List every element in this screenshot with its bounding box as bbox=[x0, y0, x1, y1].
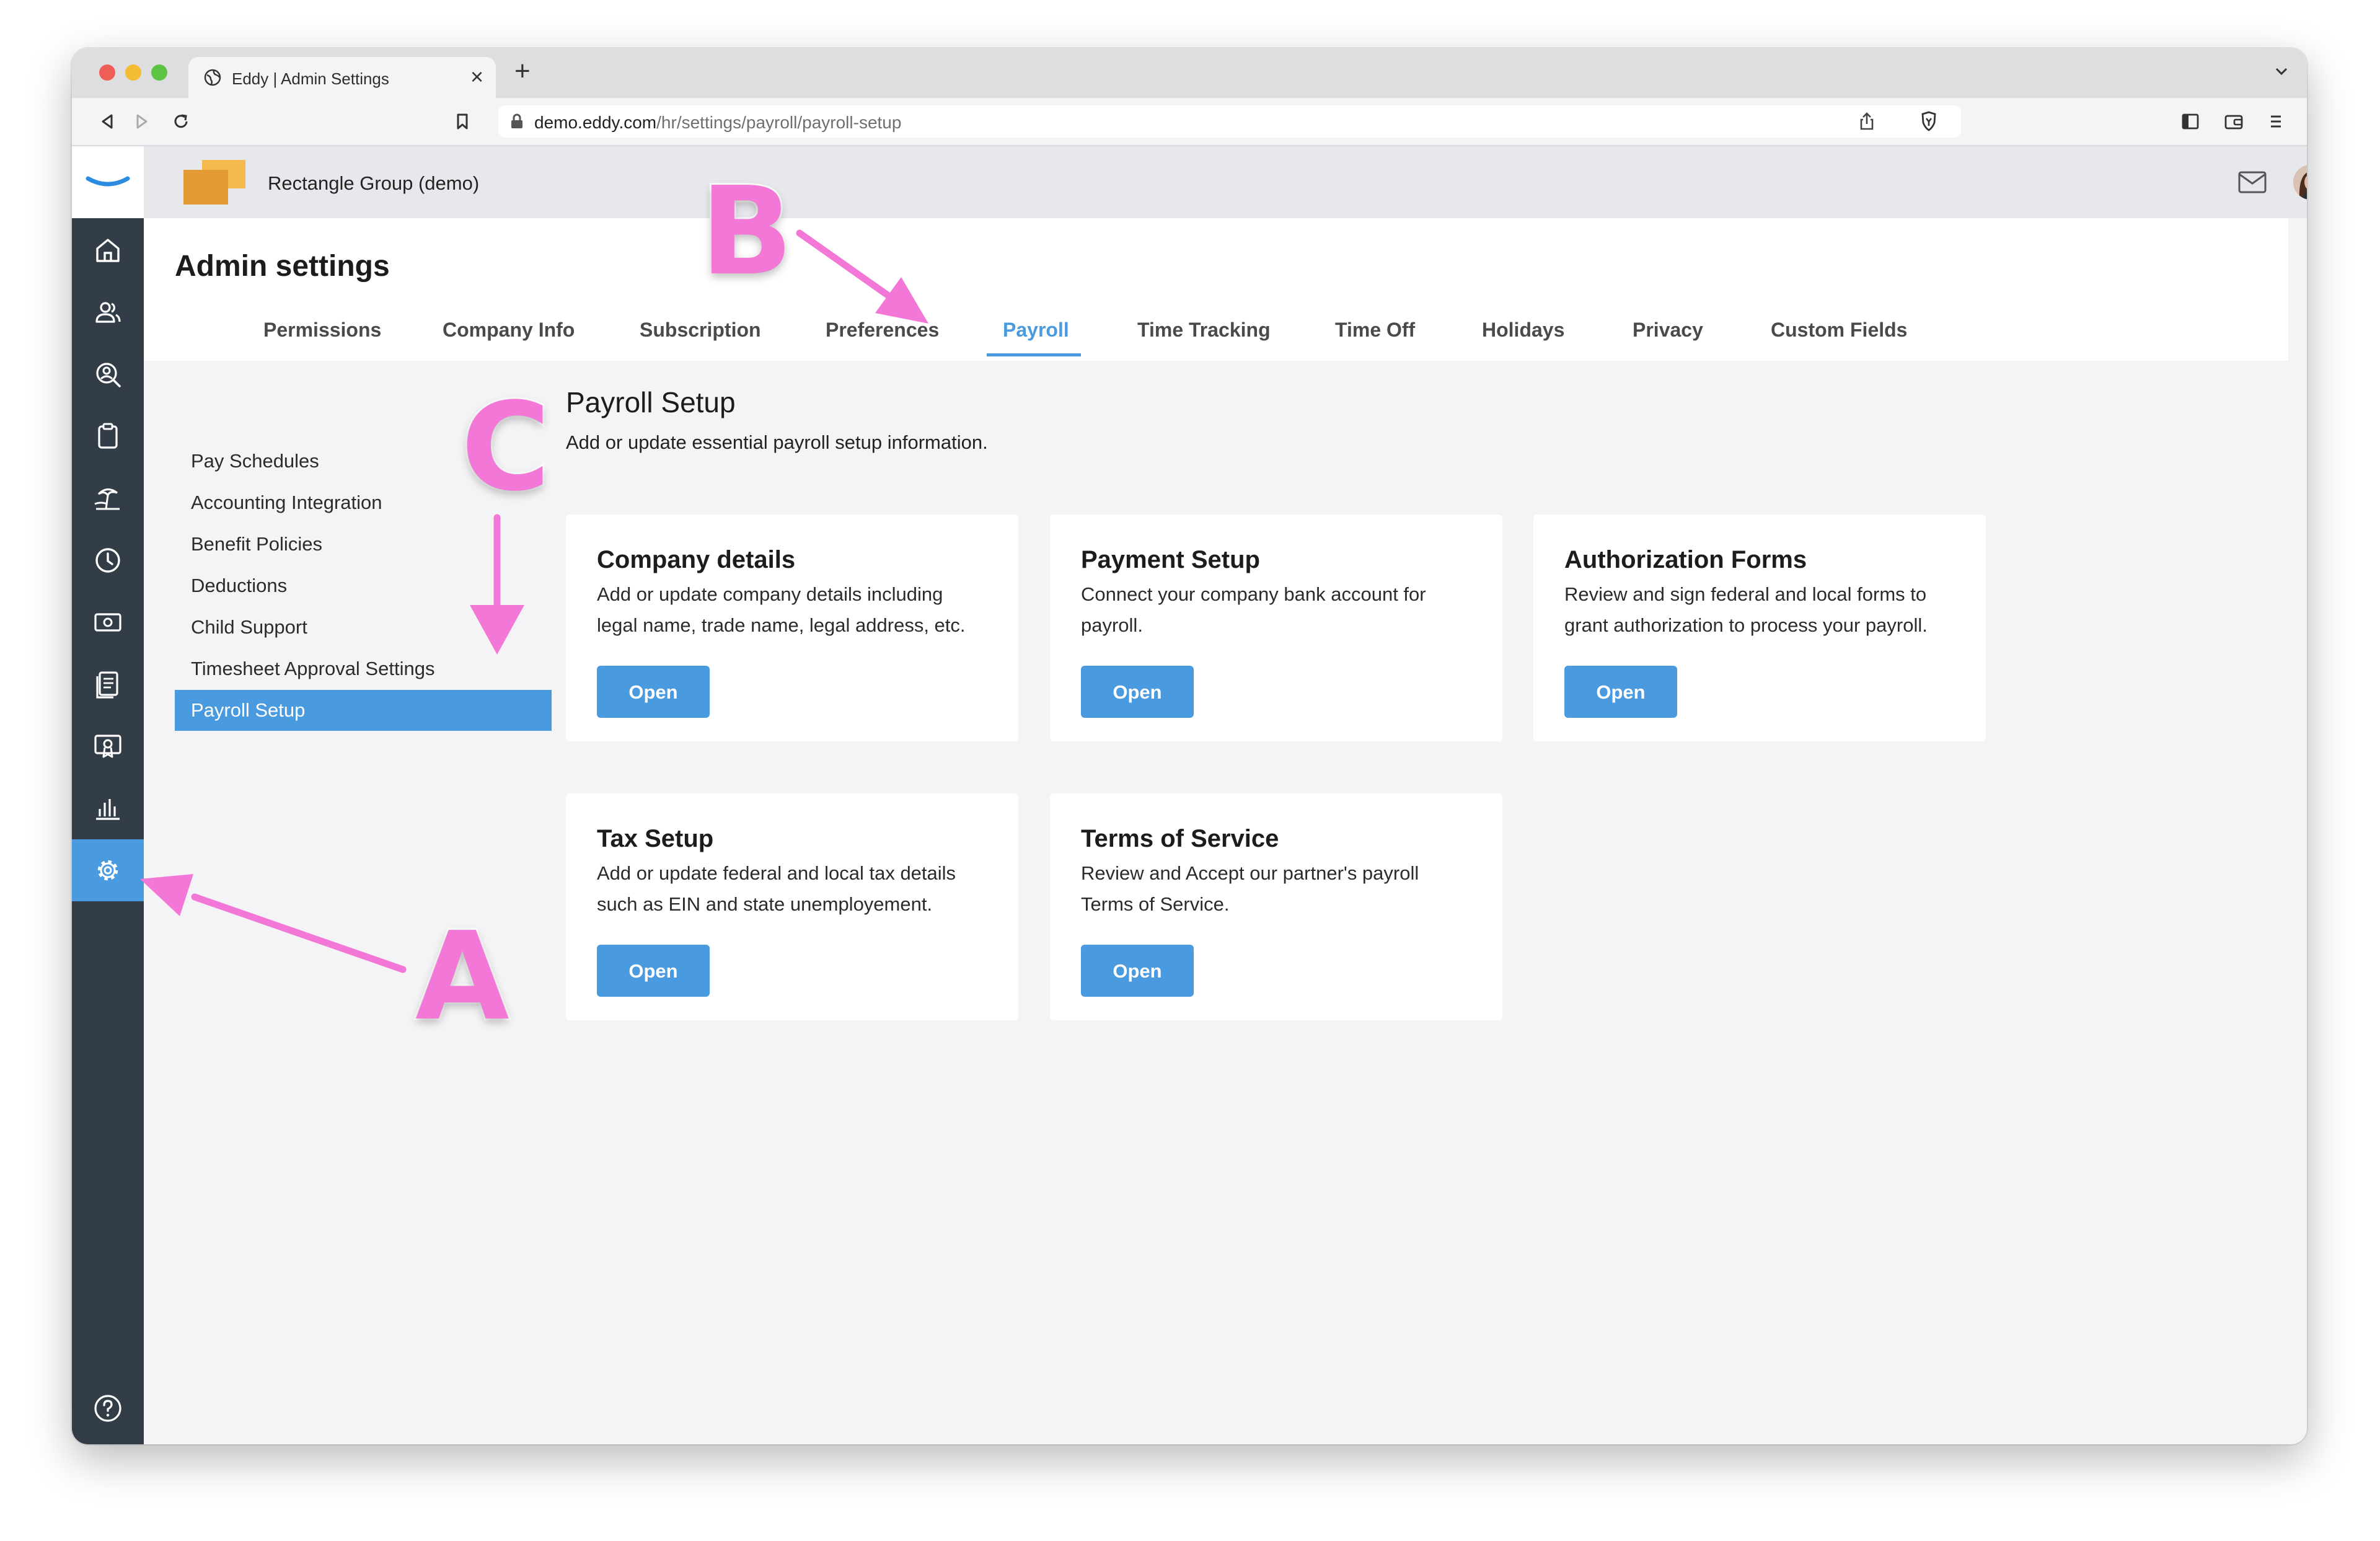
annotation-label-a: A bbox=[413, 906, 511, 1048]
arrow-a-line bbox=[191, 893, 407, 973]
arrow-b-line bbox=[796, 229, 891, 299]
annotation-label-c: C bbox=[459, 377, 552, 518]
arrow-a-head bbox=[140, 874, 193, 916]
arrow-c-head bbox=[470, 605, 524, 655]
annotation-label-b: B bbox=[699, 161, 795, 302]
screenshot-stage: Eddy | Admin Settings × + demo.eddy.com/… bbox=[0, 0, 2380, 1541]
arrow-b-head bbox=[875, 277, 928, 324]
annotation-arrows bbox=[140, 229, 928, 973]
